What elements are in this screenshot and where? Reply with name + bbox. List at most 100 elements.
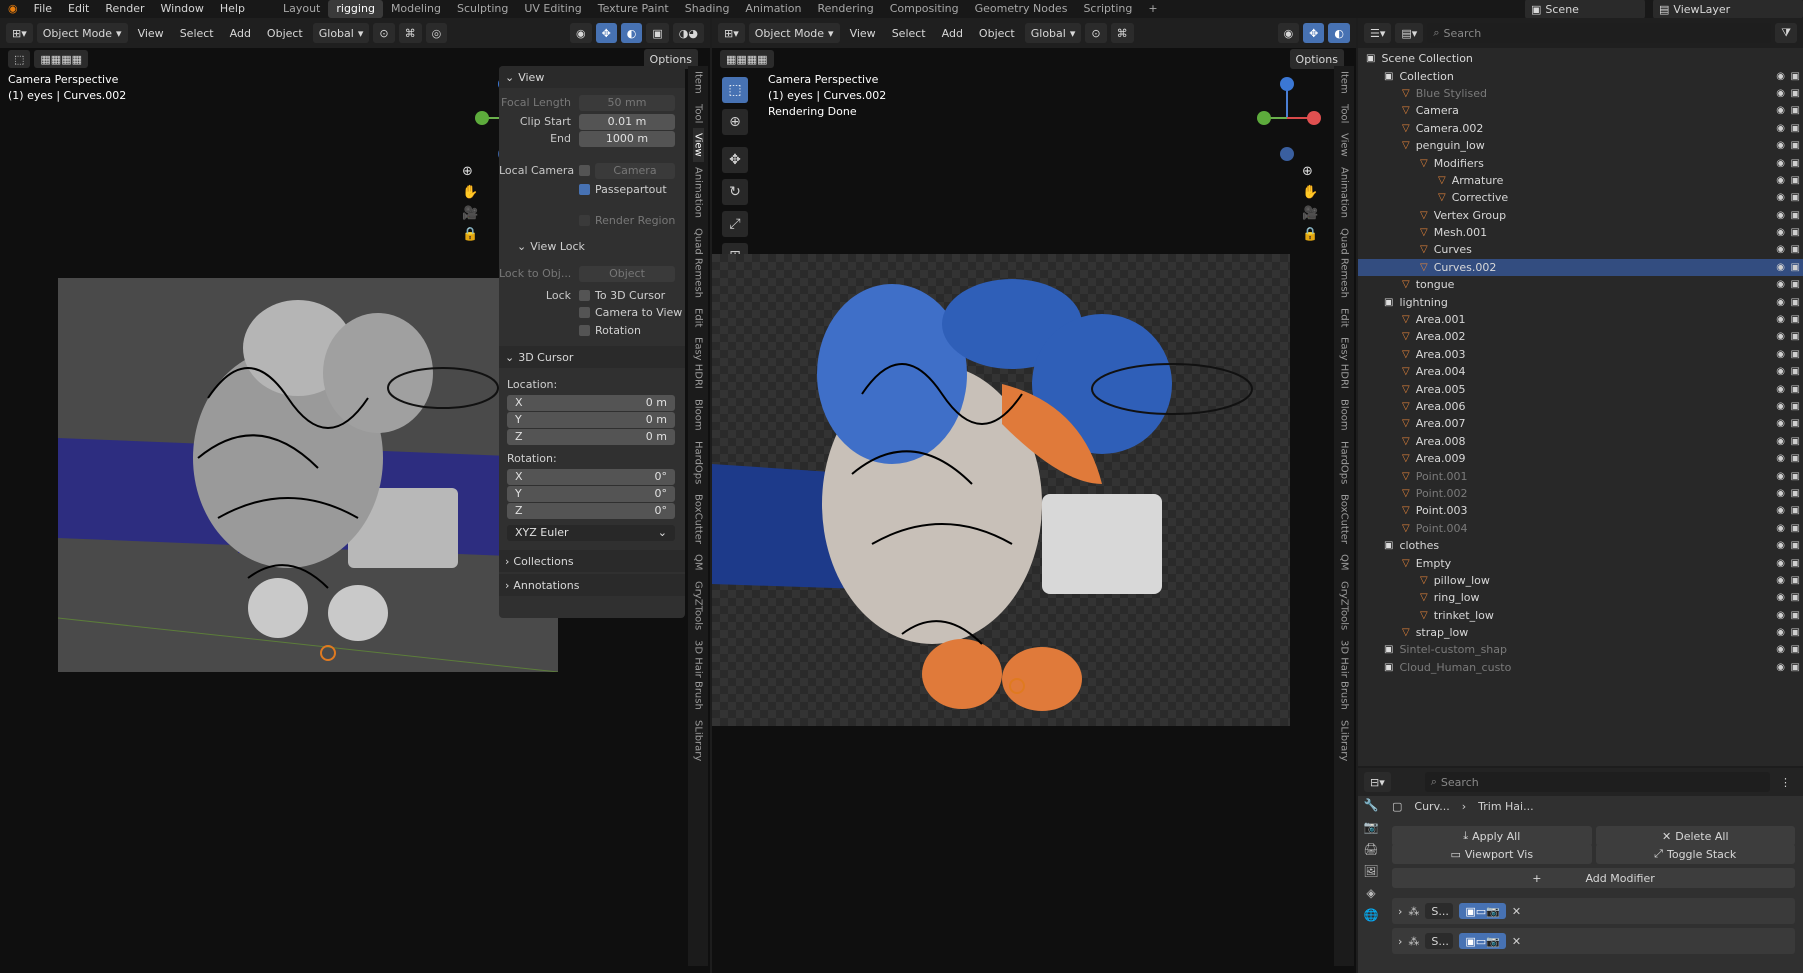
- view-lock-chevron-icon[interactable]: ⌄: [517, 240, 526, 253]
- camera-render-icon[interactable]: ▣: [1791, 575, 1800, 586]
- tab-tool[interactable]: Tool: [693, 99, 704, 128]
- eye-icon[interactable]: ◉: [1776, 158, 1785, 169]
- collections-header[interactable]: › Collections: [499, 550, 685, 572]
- outliner-row[interactable]: ▽ penguin_low ◉ ▣: [1358, 137, 1803, 154]
- menu-edit[interactable]: Edit: [60, 0, 97, 18]
- menu-help[interactable]: Help: [212, 0, 253, 18]
- lock-rotation-checkbox[interactable]: [579, 325, 590, 336]
- modifier-toggles[interactable]: ▣▭📷: [1459, 903, 1506, 919]
- cursor-loc-z[interactable]: Z0 m: [507, 428, 675, 445]
- tab-bloom[interactable]: Bloom: [693, 394, 704, 436]
- camera-render-icon[interactable]: ▣: [1791, 523, 1800, 534]
- close-icon[interactable]: ✕: [1512, 905, 1521, 918]
- outliner-row[interactable]: ▽ Area.001 ◉ ▣: [1358, 311, 1803, 328]
- tab-layout[interactable]: Layout: [275, 0, 328, 18]
- pin-icon[interactable]: ⋮: [1774, 776, 1797, 789]
- camera-to-view-checkbox[interactable]: [579, 307, 590, 318]
- tab-3d-hair-brush[interactable]: 3D Hair Brush: [693, 635, 704, 715]
- tab-rendering[interactable]: Rendering: [810, 0, 882, 18]
- camera-render-icon[interactable]: ▣: [1791, 140, 1800, 151]
- outliner-row[interactable]: ▽ Area.008 ◉ ▣: [1358, 433, 1803, 450]
- outliner-row[interactable]: ▣ Sintel-custom_shap ◉ ▣: [1358, 641, 1803, 658]
- menu-window[interactable]: Window: [153, 0, 212, 18]
- menu-object[interactable]: Object: [261, 27, 309, 40]
- scene-selector[interactable]: ▣ Scene: [1525, 0, 1645, 19]
- select-modes-icon[interactable]: ▦▦▦▦: [34, 50, 88, 68]
- local-camera-checkbox[interactable]: [579, 165, 590, 176]
- outliner-row[interactable]: ▽ Armature ◉ ▣: [1358, 172, 1803, 189]
- eye-icon[interactable]: ◉: [1776, 366, 1785, 377]
- viewport-vis-button[interactable]: ▭ Viewport Vis: [1392, 844, 1592, 864]
- pan-hand-icon[interactable]: ✋: [462, 185, 478, 200]
- clip-start-field[interactable]: 0.01 m: [579, 113, 675, 130]
- camera-render-icon[interactable]: ▣: [1791, 88, 1800, 99]
- select-modes-icon[interactable]: ▦▦▦▦: [720, 50, 774, 68]
- rotation-mode-select[interactable]: XYZ Euler ⌄: [507, 524, 675, 541]
- tab-rigging[interactable]: rigging: [328, 0, 383, 18]
- eye-icon[interactable]: ◉: [1776, 558, 1785, 569]
- eye-icon[interactable]: ◉: [1776, 401, 1785, 412]
- outliner-row[interactable]: ▽ Camera.002 ◉ ▣: [1358, 120, 1803, 137]
- pivot-icon[interactable]: ⊙: [373, 23, 395, 43]
- tab-3d-hair-brush[interactable]: 3D Hair Brush: [1339, 635, 1350, 715]
- eye-icon[interactable]: ◉: [1776, 262, 1785, 273]
- outliner-row[interactable]: ▣ Scene Collection: [1358, 50, 1803, 67]
- outliner-row[interactable]: ▣ Cloud_Human_custo ◉ ▣: [1358, 659, 1803, 676]
- tab-hardops[interactable]: HardOps: [693, 436, 704, 489]
- eye-icon[interactable]: ◉: [1776, 471, 1785, 482]
- zoom-icon[interactable]: ⊕: [462, 164, 478, 179]
- cursor-rot-z[interactable]: Z 0°: [507, 502, 675, 519]
- render-region-checkbox[interactable]: [579, 215, 590, 226]
- filter-icon[interactable]: ⧩: [1775, 23, 1797, 43]
- eye-icon[interactable]: ◉: [1776, 105, 1785, 116]
- zoom-icon[interactable]: ⊕: [1302, 164, 1318, 179]
- outliner-row[interactable]: ▽ pillow_low ◉ ▣: [1358, 572, 1803, 589]
- tab-modeling[interactable]: Modeling: [383, 0, 449, 18]
- outliner-search-field[interactable]: ⌕ Search: [1427, 23, 1772, 43]
- select-box-icon[interactable]: ⬚: [722, 77, 748, 103]
- delete-all-button[interactable]: ✕ Delete All: [1595, 826, 1795, 846]
- tab-bloom[interactable]: Bloom: [1339, 394, 1350, 436]
- xray-icon[interactable]: ▣: [646, 23, 669, 43]
- editor-type-icon[interactable]: ☰▾: [1364, 23, 1392, 43]
- mode-select[interactable]: Object Mode ▾: [748, 23, 840, 43]
- outliner-row[interactable]: ▣ clothes ◉ ▣: [1358, 537, 1803, 554]
- editor-type-icon[interactable]: ⊞▾: [718, 23, 745, 43]
- outliner-row[interactable]: ▽ ring_low ◉ ▣: [1358, 589, 1803, 606]
- tool-tab-icon[interactable]: 🔧: [1364, 798, 1379, 812]
- outliner-row[interactable]: ▽ Curves ◉ ▣: [1358, 241, 1803, 258]
- tab-geometry-nodes[interactable]: Geometry Nodes: [967, 0, 1076, 18]
- eye-icon[interactable]: ◉: [1776, 71, 1785, 82]
- transform-orientation[interactable]: Global ▾: [1024, 23, 1082, 43]
- tab-animation[interactable]: Animation: [693, 162, 704, 223]
- tab-gryztools[interactable]: GryZTools: [1339, 576, 1350, 635]
- tab-sculpting[interactable]: Sculpting: [449, 0, 516, 18]
- modifier-panel[interactable]: › ⁂ S... ▣▭📷 ✕: [1392, 928, 1795, 954]
- eye-icon[interactable]: ◉: [1776, 540, 1785, 551]
- tab-qm[interactable]: QM: [1339, 549, 1350, 576]
- eye-icon[interactable]: ◉: [1776, 331, 1785, 342]
- tab-shading[interactable]: Shading: [677, 0, 738, 18]
- camera-render-icon[interactable]: ▣: [1791, 592, 1800, 603]
- outliner-row[interactable]: ▽ Corrective ◉ ▣: [1358, 189, 1803, 206]
- eye-icon[interactable]: ◉: [1776, 436, 1785, 447]
- tab-boxcutter[interactable]: BoxCutter: [1339, 489, 1350, 549]
- modifier-panel[interactable]: › ⁂ S... ▣▭📷 ✕: [1392, 898, 1795, 924]
- outliner-row[interactable]: ▽ Mesh.001 ◉ ▣: [1358, 224, 1803, 241]
- eye-icon[interactable]: ◉: [1776, 349, 1785, 360]
- menu-view[interactable]: View: [132, 27, 170, 40]
- passepartout-checkbox[interactable]: [579, 184, 590, 195]
- menu-add[interactable]: Add: [224, 27, 257, 40]
- tab-animation[interactable]: Animation: [737, 0, 809, 18]
- properties-search-field[interactable]: ⌕ Search: [1424, 772, 1770, 792]
- display-mode-icon[interactable]: ▤▾: [1395, 23, 1424, 43]
- camera-render-icon[interactable]: ▣: [1791, 192, 1800, 203]
- outliner-row[interactable]: ▽ Area.007 ◉ ▣: [1358, 415, 1803, 432]
- eye-icon[interactable]: ◉: [1776, 279, 1785, 290]
- eye-icon[interactable]: ◉: [1776, 175, 1785, 186]
- add-modifier-button[interactable]: + Add Modifier: [1392, 868, 1795, 888]
- menu-view[interactable]: View: [844, 27, 882, 40]
- outliner-row[interactable]: ▽ Curves.002 ◉ ▣: [1358, 258, 1803, 277]
- scene-tab-icon[interactable]: ◈: [1366, 886, 1375, 900]
- pivot-icon[interactable]: ⊙: [1085, 23, 1107, 43]
